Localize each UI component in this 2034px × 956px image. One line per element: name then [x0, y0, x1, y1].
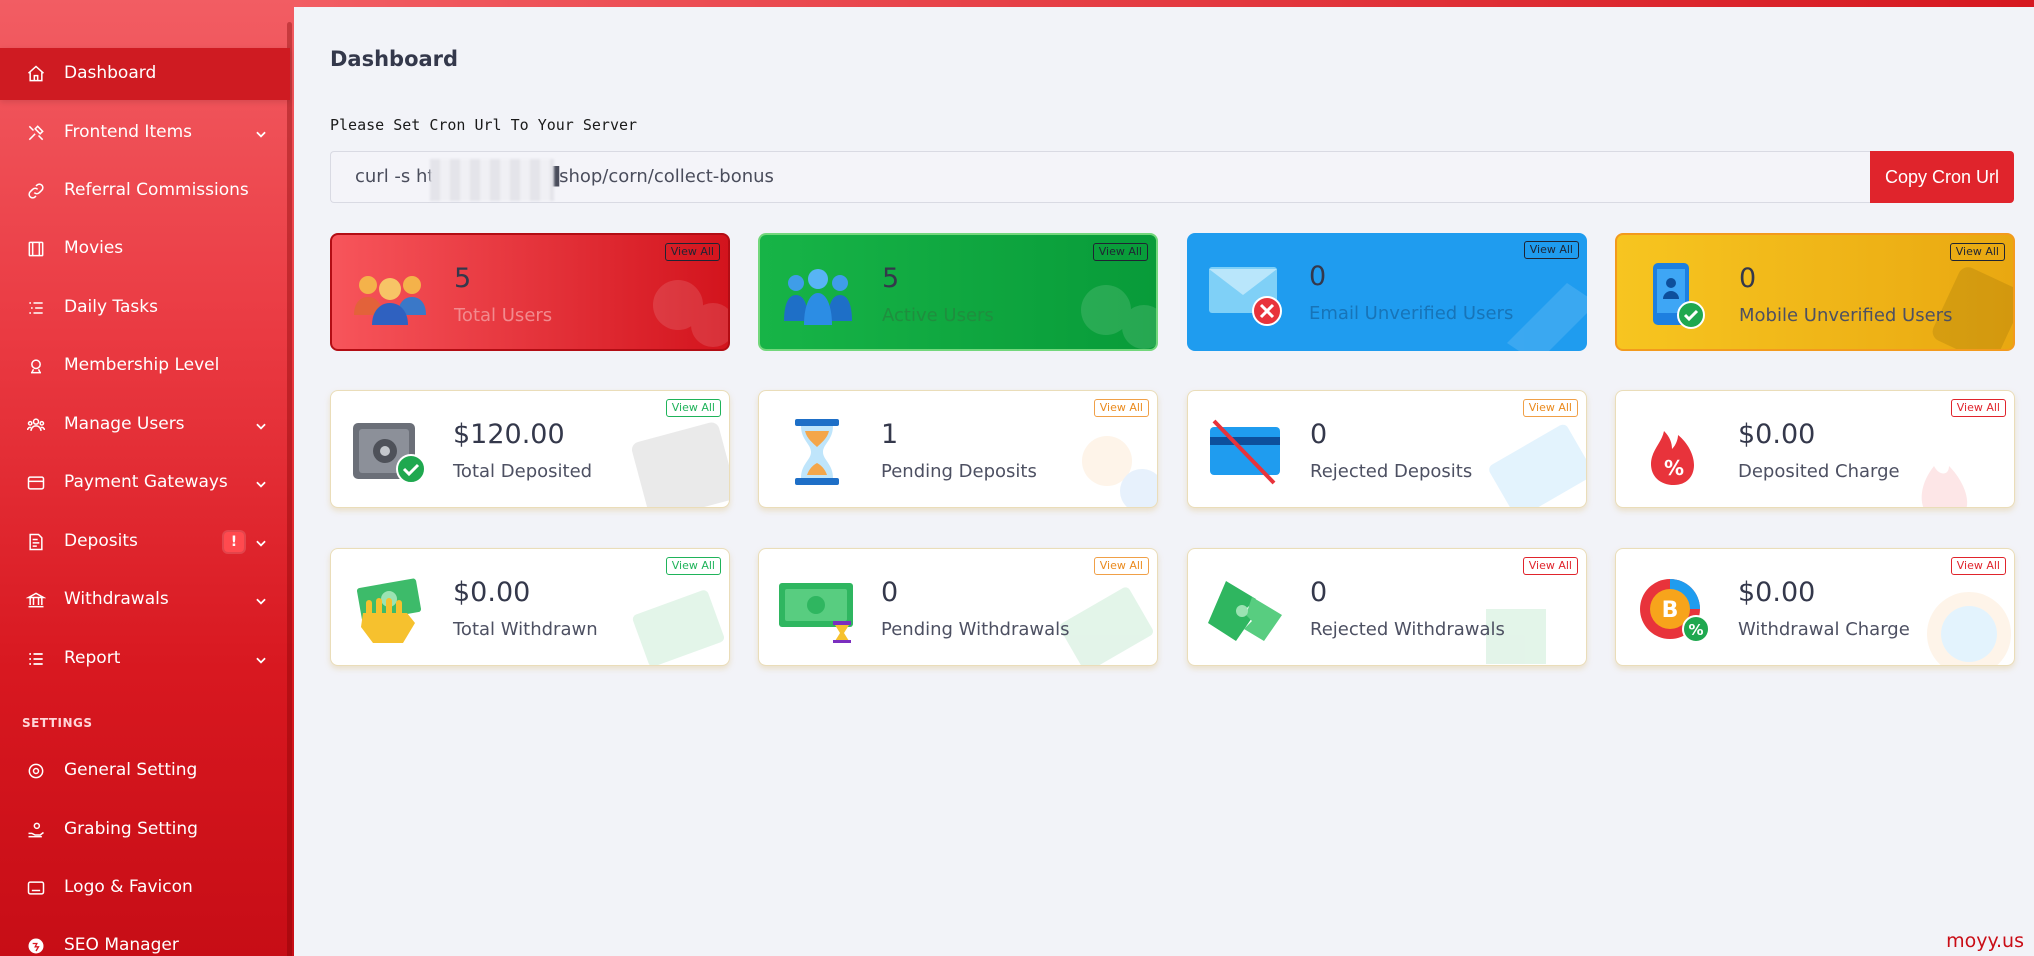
card-active-users[interactable]: 5 Active Users View All — [758, 233, 1158, 351]
sidebar-item-dashboard[interactable]: Dashboard — [0, 48, 290, 100]
active-users-icon — [778, 263, 858, 329]
globe-icon — [26, 936, 46, 956]
bank-icon — [26, 590, 46, 610]
card-email-unverified-users[interactable]: 0 Email Unverified Users View All — [1187, 233, 1587, 351]
chevron-down-icon — [254, 594, 268, 608]
card-rejected-withdrawals[interactable]: 0 Rejected Withdrawals View All — [1187, 548, 1587, 666]
sidebar-item-payment-gateways[interactable]: Payment Gateways — [0, 457, 290, 509]
view-all-button[interactable]: View All — [664, 243, 720, 261]
card-rejected-deposits[interactable]: 0 Rejected Deposits View All — [1187, 390, 1587, 508]
view-all-button[interactable]: View All — [665, 399, 721, 417]
users-ghost-icon — [618, 265, 728, 349]
cron-label: Please Set Cron Url To Your Server — [330, 116, 638, 134]
sidebar-item-grabing-setting[interactable]: Grabing Setting — [0, 804, 290, 856]
sidebar-item-membership-level[interactable]: Membership Level — [0, 340, 290, 392]
card-total-users[interactable]: 5 Total Users View All — [330, 233, 730, 351]
cash-hourglass-icon — [777, 577, 857, 643]
chevron-down-icon — [254, 127, 268, 141]
hourglass-ghost-icon — [1047, 421, 1157, 507]
sidebar-item-withdrawals[interactable]: Withdrawals — [0, 574, 290, 626]
active-users-ghost-icon — [1046, 265, 1156, 349]
svg-text:%: % — [1664, 456, 1684, 480]
film-icon — [26, 239, 46, 259]
tools-icon — [26, 123, 46, 143]
card-icon — [26, 473, 46, 493]
bitcoin-ghost-icon — [1904, 579, 2014, 665]
view-all-button[interactable]: View All — [665, 557, 721, 575]
view-all-button[interactable]: View All — [1522, 399, 1578, 417]
card-mobile-unverified-users[interactable]: 0 Mobile Unverified Users View All — [1615, 233, 2015, 351]
page-title: Dashboard — [330, 47, 459, 71]
view-all-button[interactable]: View All — [1949, 243, 2005, 261]
svg-text:B: B — [1662, 598, 1679, 623]
deposits-alert-badge: ! — [224, 532, 244, 552]
cron-url-field — [330, 151, 1870, 203]
safe-ghost-icon — [619, 421, 729, 507]
bitcoin-percent-icon: B % — [1634, 577, 1714, 643]
hand-cash-ghost-icon — [619, 579, 729, 665]
mobile-unverified-icon — [1635, 263, 1715, 329]
svg-text:%: % — [1688, 621, 1703, 639]
view-all-button[interactable]: View All — [1950, 399, 2006, 417]
view-all-button[interactable]: View All — [1522, 557, 1578, 575]
chevron-down-icon — [254, 536, 268, 550]
percent-flame-icon: % — [1634, 419, 1714, 485]
sidebar-section-settings: SETTINGS — [22, 716, 93, 730]
sidebar-item-general-setting[interactable]: General Setting — [0, 745, 290, 797]
hand-coin-icon — [26, 820, 46, 840]
view-all-button[interactable]: View All — [1092, 243, 1148, 261]
card-pending-withdrawals[interactable]: 0 Pending Withdrawals View All — [758, 548, 1158, 666]
card-total-deposited[interactable]: $120.00 Total Deposited View All — [330, 390, 730, 508]
cron-url-redaction — [430, 159, 554, 201]
cron-url-input[interactable] — [355, 166, 1835, 187]
hand-cash-icon — [349, 577, 429, 643]
link-icon — [26, 181, 46, 201]
safe-check-icon — [349, 419, 429, 485]
image-icon — [26, 878, 46, 898]
card-deposited-charge[interactable]: % $0.00 Deposited Charge View All — [1615, 390, 2015, 508]
list-icon — [26, 298, 46, 318]
gear-ring-icon — [26, 761, 46, 781]
home-icon — [26, 64, 46, 84]
sidebar-item-referral-commissions[interactable]: Referral Commissions — [0, 165, 290, 217]
sidebar-item-seo-manager[interactable]: SEO Manager — [0, 920, 290, 956]
sidebar-item-manage-users[interactable]: Manage Users — [0, 399, 290, 451]
sidebar-item-report[interactable]: Report — [0, 633, 290, 685]
sidebar-item-movies[interactable]: Movies — [0, 223, 290, 275]
users-group-icon — [350, 263, 430, 329]
chevron-down-icon — [254, 419, 268, 433]
watermark: moyy.us — [1946, 930, 2024, 952]
view-all-button[interactable]: View All — [1523, 241, 1579, 259]
sidebar-item-deposits[interactable]: Deposits ! — [0, 516, 290, 568]
card-withdrawal-charge[interactable]: B % $0.00 Withdrawal Charge View All — [1615, 548, 2015, 666]
view-all-button[interactable]: View All — [1950, 557, 2006, 575]
sidebar-item-frontend-items[interactable]: Frontend Items — [0, 107, 290, 159]
card-pending-deposits[interactable]: 1 Pending Deposits View All — [758, 390, 1158, 508]
view-all-button[interactable]: View All — [1093, 557, 1149, 575]
receipt-icon — [26, 532, 46, 552]
view-all-button[interactable]: View All — [1093, 399, 1149, 417]
sidebar-item-daily-tasks[interactable]: Daily Tasks — [0, 282, 290, 334]
report-list-icon — [26, 649, 46, 669]
hourglass-icon — [777, 419, 857, 485]
email-unverified-icon — [1205, 261, 1285, 327]
sidebar: Dashboard Frontend Items Referral Commis… — [0, 0, 294, 956]
sidebar-item-logo-favicon[interactable]: Logo & Favicon — [0, 862, 290, 914]
percent-ghost-icon — [1904, 421, 2014, 507]
top-bar — [294, 0, 2034, 7]
card-rejected-icon — [1206, 419, 1286, 485]
card-total-withdrawn[interactable]: $0.00 Total Withdrawn View All — [330, 548, 730, 666]
chevron-down-icon — [254, 653, 268, 667]
user-badge-icon — [26, 356, 46, 376]
copy-cron-url-button[interactable]: Copy Cron Url — [1870, 151, 2014, 203]
card-ghost-icon — [1476, 421, 1586, 507]
users-icon — [26, 415, 46, 435]
chevron-down-icon — [254, 477, 268, 491]
torn-cash-icon — [1206, 577, 1286, 643]
